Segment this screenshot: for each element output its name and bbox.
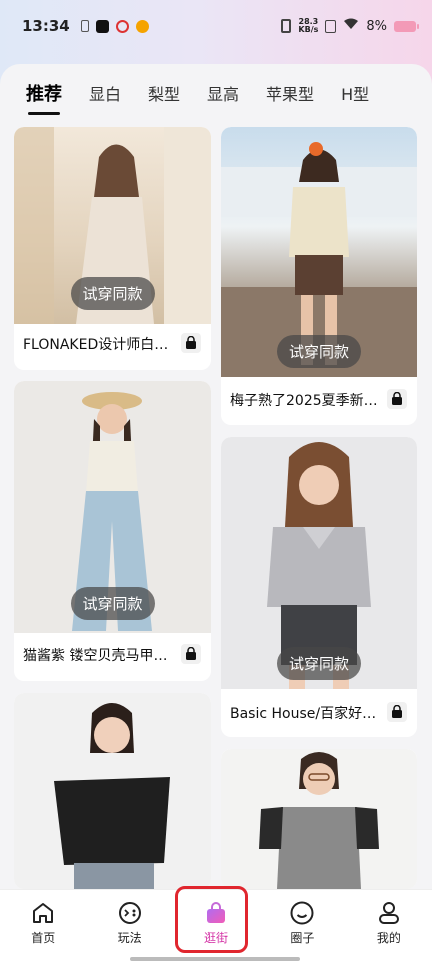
network-speed: 28.3 KB/s (298, 18, 318, 34)
product-card[interactable] (14, 693, 211, 889)
home-indicator (130, 957, 300, 961)
tiktok-icon (95, 19, 109, 33)
category-tabs: 推荐 显白 梨型 显高 苹果型 H型 (0, 64, 432, 122)
nav-label: 圈子 (290, 931, 315, 945)
product-card[interactable]: 试穿同款 梅子熟了2025夏季新… (221, 127, 417, 425)
tab-pear[interactable]: 梨型 (148, 81, 180, 105)
tab-recommend[interactable]: 推荐 (26, 80, 62, 115)
bottom-nav: 首页 玩法 逛街 圈子 我的 (0, 889, 432, 964)
vibrate-icon (281, 19, 292, 33)
shopping-bag-icon (207, 902, 226, 923)
net-speed-unit: KB/s (298, 25, 319, 34)
product-title: Basic House/百家好… (230, 706, 377, 722)
battery-percent: 8% (366, 18, 387, 34)
try-on-button[interactable]: 试穿同款 (70, 277, 155, 310)
status-bar: 13:34 28.3 KB/s 8% (0, 0, 432, 52)
try-on-button[interactable]: 试穿同款 (276, 335, 362, 368)
product-card[interactable]: 试穿同款 FLONAKED设计师白… (14, 127, 211, 370)
nav-profile[interactable]: 我的 (346, 890, 432, 964)
product-title: FLONAKED设计师白… (23, 337, 169, 353)
tab-h-shape[interactable]: H型 (341, 81, 369, 105)
shopping-bag-icon[interactable] (181, 333, 201, 353)
nav-label: 逛街 (204, 931, 229, 945)
product-card[interactable]: 试穿同款 Basic House/百家好… (221, 437, 417, 737)
nav-play[interactable]: 玩法 (86, 890, 172, 964)
product-card[interactable] (221, 749, 417, 889)
product-image (221, 749, 417, 889)
profile-icon (378, 902, 399, 924)
sim-icon (80, 20, 89, 32)
product-title: 猫酱紫 镂空贝壳马甲… (23, 648, 168, 664)
tab-whitening[interactable]: 显白 (89, 81, 121, 105)
play-icon (118, 902, 141, 924)
home-icon (33, 903, 54, 923)
nav-label: 首页 (31, 931, 56, 945)
app-swirl-icon (115, 19, 129, 33)
nav-circle[interactable]: 圈子 (259, 890, 345, 964)
tab-tall[interactable]: 显高 (207, 81, 239, 105)
status-time: 13:34 (22, 17, 70, 35)
circle-smile-icon (290, 901, 314, 925)
try-on-button[interactable]: 试穿同款 (70, 587, 155, 620)
shopping-bag-icon[interactable] (181, 644, 201, 664)
product-title: 梅子熟了2025夏季新… (230, 393, 378, 409)
nosim-icon (325, 19, 337, 33)
shopping-bag-icon[interactable] (387, 702, 407, 722)
wifi-icon (343, 18, 359, 34)
nav-label: 我的 (376, 931, 401, 945)
product-image (14, 693, 211, 889)
battery-icon (394, 20, 419, 32)
try-on-button[interactable]: 试穿同款 (276, 647, 362, 680)
nav-label: 玩法 (117, 931, 142, 945)
shopping-bag-icon[interactable] (387, 389, 407, 409)
weibo-icon (135, 19, 149, 33)
nav-shopping[interactable]: 逛街 (173, 890, 259, 964)
nav-home[interactable]: 首页 (0, 890, 86, 964)
product-card[interactable]: 试穿同款 猫酱紫 镂空贝壳马甲… (14, 381, 211, 681)
tab-apple[interactable]: 苹果型 (266, 81, 314, 105)
